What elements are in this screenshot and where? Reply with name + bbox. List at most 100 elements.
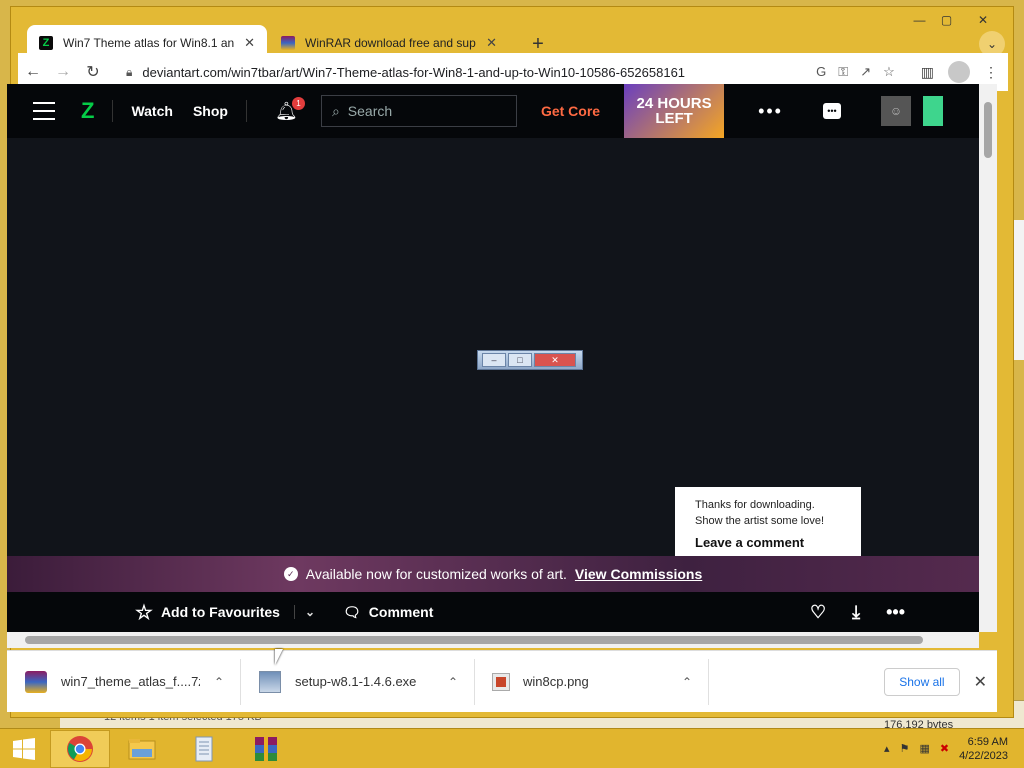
clock-date: 4/22/2023: [959, 749, 1008, 762]
document-icon: [195, 736, 213, 761]
submit-button[interactable]: [922, 96, 943, 126]
divider: [112, 100, 114, 122]
preview-close-icon: ✕: [534, 353, 576, 367]
download-thanks-popup: Thanks for downloading. Show the artist …: [675, 487, 861, 565]
chevron-up-icon[interactable]: ⌃: [682, 675, 692, 689]
profile-avatar[interactable]: [948, 61, 970, 83]
more-actions-icon[interactable]: •••: [886, 602, 905, 623]
volume-muted-icon[interactable]: ✖: [940, 742, 949, 755]
back-icon[interactable]: ←: [18, 57, 48, 87]
system-tray: ▴ ⚑ ▦ ✖ 6:59 AM 4/22/2023: [884, 735, 1008, 763]
get-core-link[interactable]: Get Core: [541, 103, 600, 119]
forward-icon[interactable]: →: [48, 57, 78, 87]
deviantart-icon: Z: [39, 36, 53, 50]
nav-watch[interactable]: Watch: [131, 103, 172, 119]
download-icon[interactable]: ⤓: [852, 602, 860, 623]
preview-minimize-icon: –: [482, 353, 506, 367]
windows-start-icon[interactable]: [0, 729, 48, 768]
preview-maximize-icon: □: [508, 353, 532, 367]
action-center-flag-icon[interactable]: ⚑: [900, 742, 910, 755]
view-commissions-link[interactable]: View Commissions: [575, 566, 702, 582]
clock-time: 6:59 AM: [967, 735, 1008, 748]
tray-expand-icon[interactable]: ▴: [884, 742, 890, 755]
nav-shop[interactable]: Shop: [193, 103, 228, 119]
tab-strip: Z Win7 Theme atlas for Win8.1 and ✕ WinR…: [25, 19, 1005, 61]
notification-badge: 1: [291, 96, 305, 110]
user-avatar-icon[interactable]: ☺: [880, 96, 911, 126]
download-filename: win8cp.png: [523, 674, 589, 689]
google-icon[interactable]: G: [816, 64, 826, 80]
hamburger-menu-icon[interactable]: [33, 102, 55, 120]
add-to-favourites-button[interactable]: ☆ Add to Favourites: [135, 600, 280, 625]
taskbar-clock[interactable]: 6:59 AM 4/22/2023: [959, 735, 1008, 763]
side-panel-icon[interactable]: ▥: [921, 64, 934, 81]
horizontal-scrollbar[interactable]: [7, 632, 979, 648]
vertical-scroll-thumb[interactable]: [984, 102, 992, 158]
comment-label: Comment: [368, 604, 434, 620]
search-icon: ⌕: [331, 102, 340, 119]
download-filename: setup-w8.1-1.4.6.exe: [295, 674, 417, 689]
taskbar-file-explorer[interactable]: [112, 730, 172, 768]
winrar-archive-icon: [25, 670, 47, 693]
folder-icon: [128, 738, 156, 759]
download-item[interactable]: setup-w8.1-1.4.6.exe ⌃: [241, 658, 475, 705]
horizontal-scroll-thumb[interactable]: [25, 636, 923, 644]
installer-icon: [259, 670, 281, 693]
star-icon: ☆: [135, 601, 153, 624]
popup-line1: Thanks for downloading.: [695, 499, 815, 511]
taskbar-notepad[interactable]: [174, 730, 234, 768]
leave-comment-link[interactable]: Leave a comment: [695, 535, 841, 551]
network-icon[interactable]: ▦: [919, 742, 929, 755]
favourite-label: Add to Favourites: [160, 604, 280, 620]
vertical-scrollbar[interactable]: [979, 84, 997, 632]
image-file-icon: [492, 672, 510, 691]
winrar-icon: [255, 736, 277, 761]
taskbar-winrar[interactable]: [236, 730, 296, 768]
notifications-bell-icon[interactable]: 🔔︎ 1: [275, 96, 305, 122]
deviantart-logo-icon[interactable]: Z: [81, 98, 94, 124]
search-input[interactable]: ⌕ Search: [320, 95, 517, 127]
chrome-icon: [67, 735, 93, 762]
chevron-up-icon[interactable]: ⌃: [448, 675, 458, 689]
windows-taskbar: ▴ ⚑ ▦ ✖ 6:59 AM 4/22/2023: [0, 728, 1024, 768]
taskbar-chrome[interactable]: [50, 729, 110, 768]
address-bar[interactable]: 🔒︎ deviantart.com/win7tbar/art/Win7-Them…: [114, 57, 907, 87]
comment-bubble-icon: 🗨︎: [343, 603, 361, 620]
address-url[interactable]: deviantart.com/win7tbar/art/Win7-Theme-a…: [142, 65, 806, 80]
menu-kebab-icon[interactable]: ⋮: [984, 64, 998, 81]
web-page: Z Watch Shop 🔔︎ 1 ⌕ Search Get Core 24 H…: [7, 84, 979, 632]
download-item[interactable]: win8cp.png ⌃: [475, 658, 709, 705]
comment-button[interactable]: 🗨︎ Comment: [343, 604, 433, 621]
divider: [245, 100, 247, 122]
lock-icon: 🔒︎: [126, 64, 133, 79]
favourites-dropdown-chevron-icon[interactable]: ⌄: [293, 605, 315, 619]
deviation-action-bar: ☆ Add to Favourites ⌄ 🗨︎ Comment ♡ ⤓ •••: [7, 592, 979, 632]
main-nav: Watch Shop: [131, 103, 227, 119]
tab-title: WinRAR download free and supp: [305, 36, 477, 50]
mouse-cursor-icon: [275, 649, 283, 665]
key-icon[interactable]: ⚿: [838, 64, 848, 80]
artwork-preview-window: – □ ✕: [477, 350, 583, 370]
more-options-icon[interactable]: •••: [758, 101, 783, 122]
gift-icon[interactable]: ♡: [810, 602, 826, 623]
close-downloads-shelf-icon[interactable]: ✕: [974, 672, 987, 692]
reload-icon[interactable]: ↻: [78, 57, 108, 87]
winrar-icon: [281, 36, 295, 50]
tab-title: Win7 Theme atlas for Win8.1 and: [63, 36, 235, 50]
promo-line2: LEFT: [655, 110, 693, 127]
download-item[interactable]: win7_theme_atlas_f....7z ⌃: [7, 658, 241, 705]
show-all-downloads-button[interactable]: Show all: [884, 667, 960, 696]
chevron-up-icon[interactable]: ⌃: [214, 675, 224, 689]
search-placeholder: Search: [347, 103, 393, 119]
commission-banner: ✓ Available now for customized works of …: [7, 556, 979, 592]
promo-banner[interactable]: 24 HOURS LEFT: [624, 84, 725, 138]
downloads-shelf: win7_theme_atlas_f....7z ⌃ setup-w8.1-1.…: [7, 650, 997, 712]
tab-close-icon[interactable]: ✕: [486, 35, 497, 51]
chat-icon[interactable]: •••: [822, 103, 841, 119]
bookmark-star-icon[interactable]: ☆: [883, 64, 895, 80]
commission-text: Available now for customized works of ar…: [305, 566, 567, 582]
shield-check-icon: ✓: [283, 567, 298, 581]
share-icon[interactable]: ↗: [860, 64, 871, 80]
download-filename: win7_theme_atlas_f....7z: [61, 674, 200, 689]
tab-close-icon[interactable]: ✕: [244, 35, 255, 51]
